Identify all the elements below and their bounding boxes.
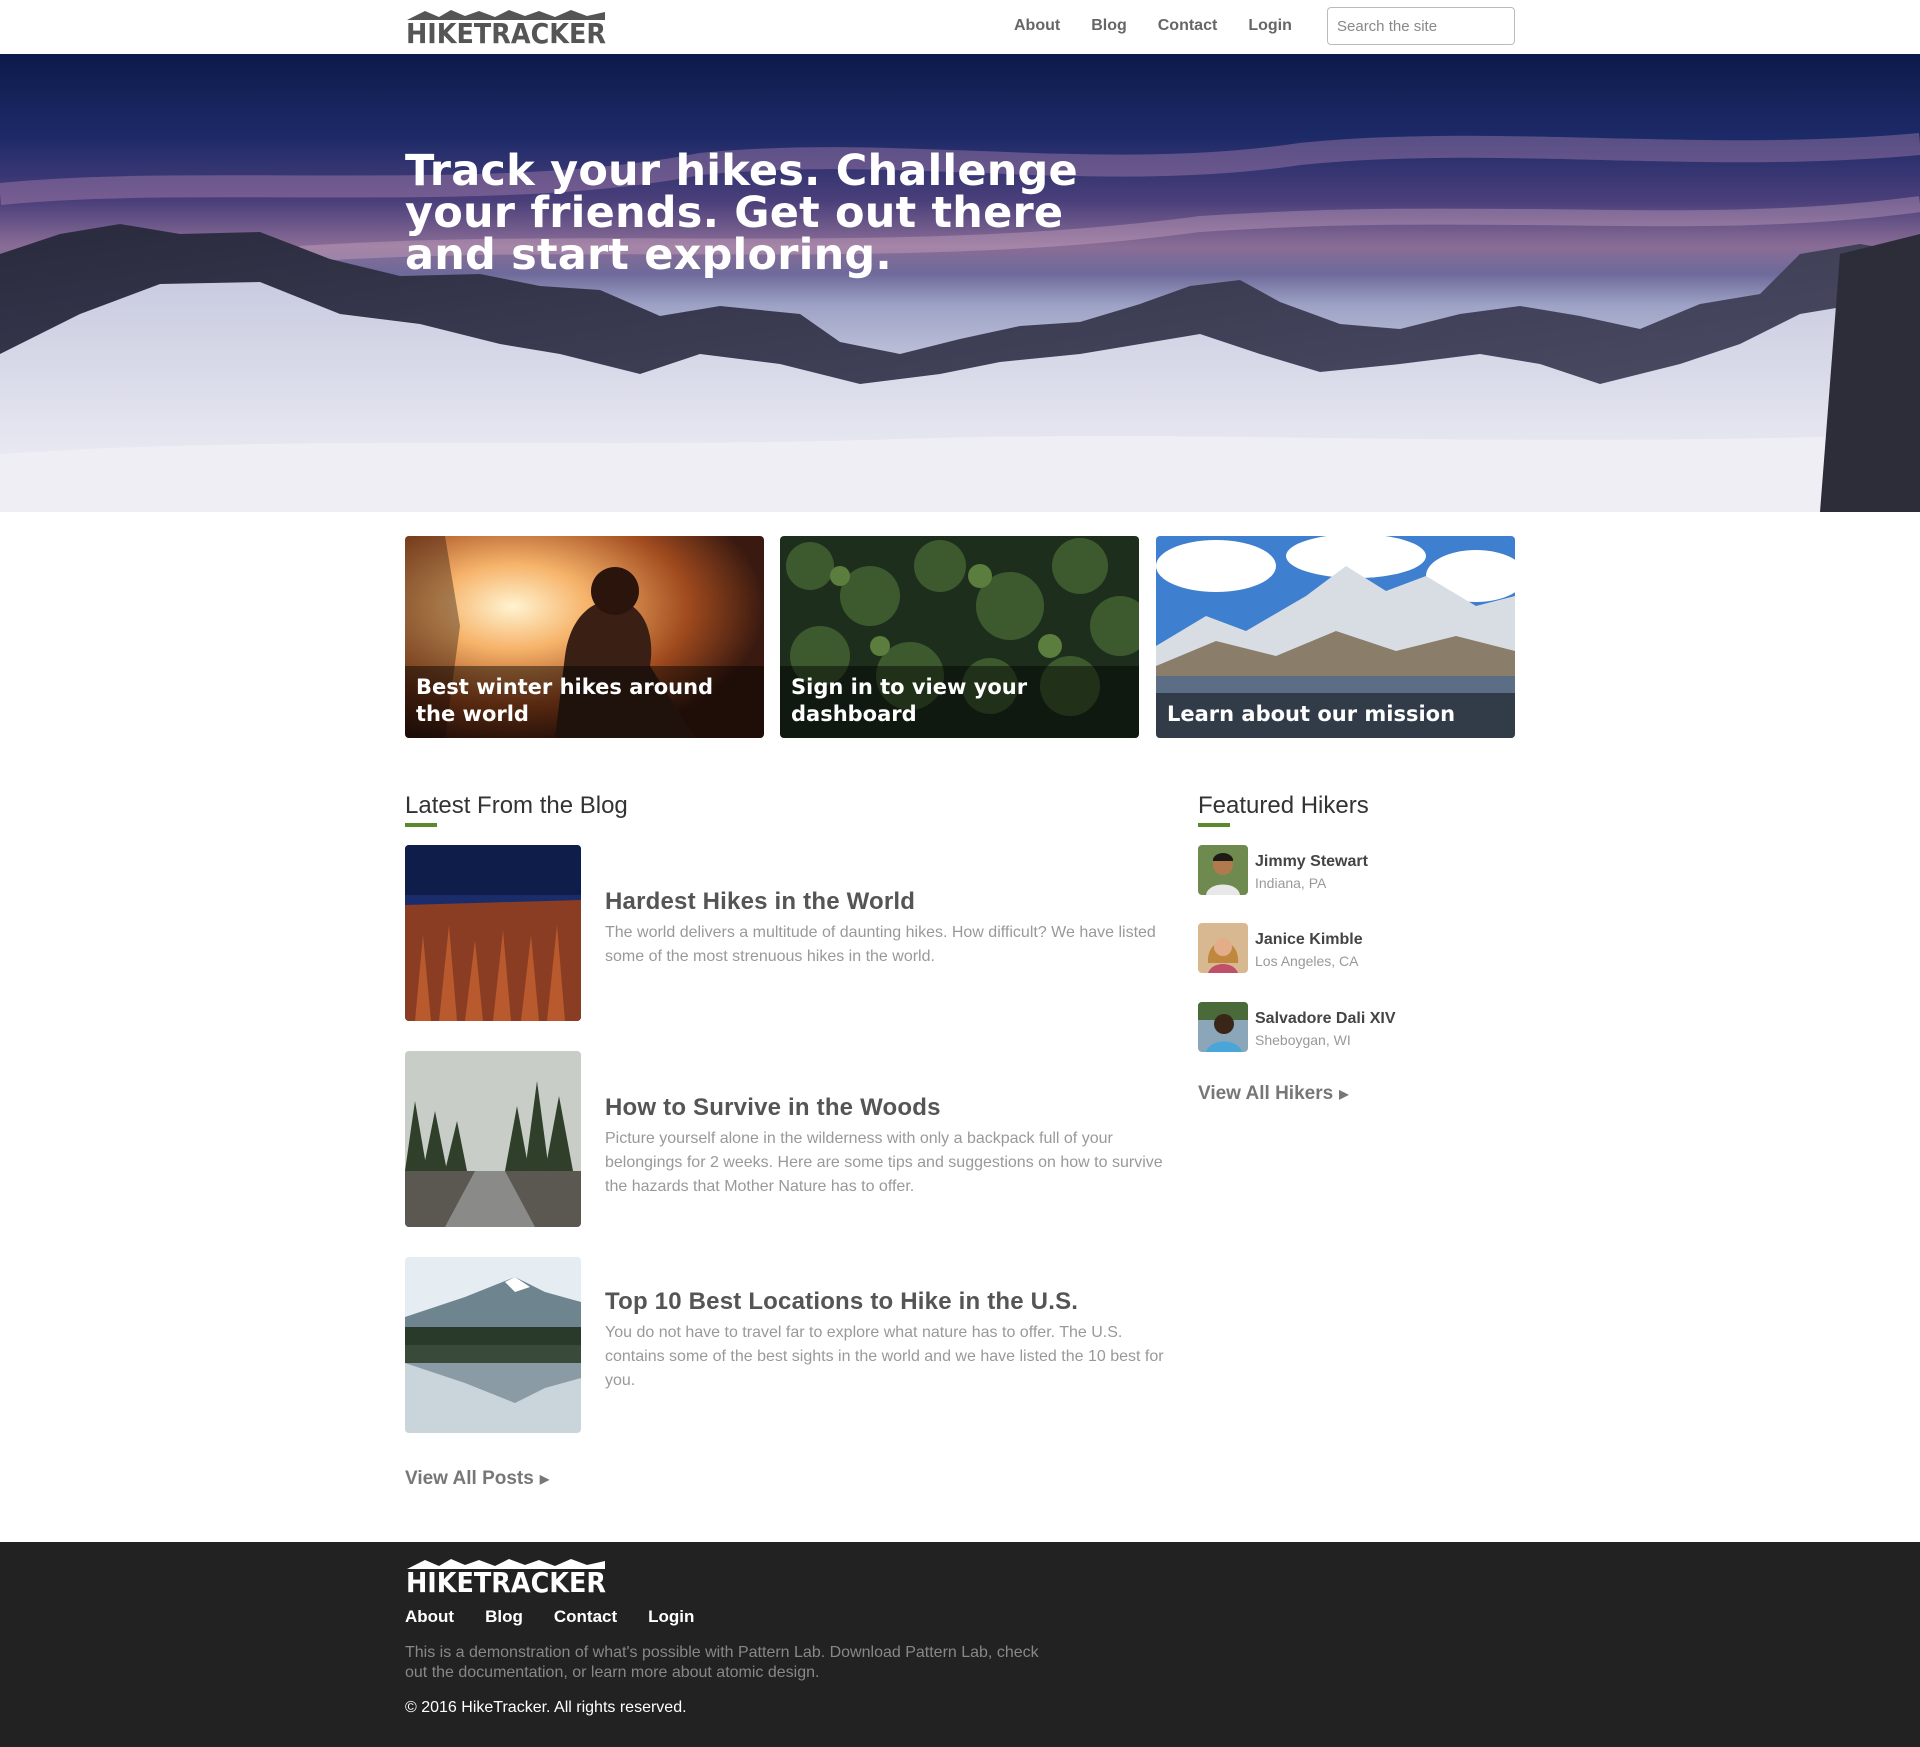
post-title[interactable]: Top 10 Best Locations to Hike in the U.S… (605, 1288, 1078, 1316)
footer-logo-wordmark: HIKETRACKER (406, 1566, 606, 1595)
post-thumbnail[interactable] (405, 1051, 581, 1227)
hiker-item[interactable]: Janice Kimble Los Angeles, CA (1198, 923, 1458, 973)
card-label: Best winter hikes around the world (405, 666, 764, 738)
hiker-name: Jimmy Stewart (1255, 853, 1368, 870)
site-logo[interactable]: HIKETRACKER (405, 8, 607, 46)
post-excerpt: You do not have to travel far to explore… (605, 1324, 1164, 1389)
nav-contact[interactable]: Contact (1158, 17, 1218, 35)
card-winter-hikes[interactable]: Best winter hikes around the world (405, 536, 764, 738)
nav-about[interactable]: About (1014, 17, 1060, 35)
logo-wordmark: HIKETRACKER (406, 17, 606, 46)
card-mission[interactable]: Learn about our mission (1156, 536, 1515, 738)
footer-nav-login[interactable]: Login (648, 1607, 694, 1627)
nav-blog[interactable]: Blog (1091, 17, 1127, 35)
hiker-location: Sheboygan, WI (1255, 1032, 1351, 1048)
nav-login[interactable]: Login (1248, 17, 1292, 35)
blog-heading: Latest From the Blog (405, 792, 628, 819)
play-arrow-icon: ▶ (539, 1472, 550, 1486)
hiker-item[interactable]: Salvadore Dali XIV Sheboygan, WI (1198, 1002, 1458, 1052)
post-thumbnail[interactable] (405, 1257, 581, 1433)
thumb-canyon (405, 845, 581, 1021)
thumb-lake-reflection (405, 1257, 581, 1433)
footer-nav-blog[interactable]: Blog (485, 1607, 523, 1627)
hiker-name: Janice Kimble (1255, 931, 1363, 948)
blog-post: How to Survive in the Woods Picture your… (405, 1051, 1165, 1227)
footer-nav-about[interactable]: About (405, 1607, 454, 1627)
site-footer: HIKETRACKER About Blog Contact Login Thi… (0, 1542, 1920, 1747)
post-title[interactable]: How to Survive in the Woods (605, 1094, 941, 1122)
site-header: HIKETRACKER About Blog Contact Login (0, 0, 1920, 54)
avatar (1198, 1002, 1248, 1052)
hiker-location: Indiana, PA (1255, 875, 1327, 891)
view-all-hikers-link[interactable]: View All Hikers ▶ (1198, 1083, 1348, 1105)
footer-logo[interactable]: HIKETRACKER (405, 1557, 607, 1600)
card-label: Learn about our mission (1156, 693, 1515, 738)
footer-copyright: © 2016 HikeTracker. All rights reserved. (405, 1699, 687, 1716)
hero-mountains-image (0, 133, 1920, 512)
avatar (1198, 923, 1248, 973)
blog-post: Hardest Hikes in the World The world del… (405, 845, 1165, 1021)
hikers-heading: Featured Hikers (1198, 792, 1369, 819)
footer-nav: About Blog Contact Login (405, 1607, 694, 1627)
hero-headline: Track your hikes. Challenge your friends… (405, 146, 1078, 280)
main-nav: About Blog Contact Login (1014, 17, 1292, 35)
thumb-woods (405, 1051, 581, 1227)
footer-description: This is a demonstration of what's possib… (405, 1644, 1039, 1681)
card-label: Sign in to view your dashboard (780, 666, 1139, 738)
hikers-heading-underline (1198, 823, 1230, 827)
avatar (1198, 845, 1248, 895)
hero-banner: Track your hikes. Challenge your friends… (0, 54, 1920, 512)
play-arrow-icon: ▶ (1339, 1087, 1349, 1101)
hiker-name: Salvadore Dali XIV (1255, 1010, 1396, 1027)
post-excerpt: The world delivers a multitude of daunti… (605, 924, 1156, 965)
view-all-posts-link[interactable]: View All Posts ▶ (405, 1468, 549, 1490)
blog-heading-underline (405, 823, 437, 827)
footer-nav-contact[interactable]: Contact (554, 1607, 617, 1627)
post-excerpt: Picture yourself alone in the wilderness… (605, 1130, 1163, 1195)
post-thumbnail[interactable] (405, 845, 581, 1021)
blog-post: Top 10 Best Locations to Hike in the U.S… (405, 1257, 1165, 1433)
post-title[interactable]: Hardest Hikes in the World (605, 888, 915, 916)
hiker-item[interactable]: Jimmy Stewart Indiana, PA (1198, 845, 1458, 895)
search-input[interactable] (1327, 7, 1515, 45)
view-all-posts-label: View All Posts (405, 1468, 534, 1489)
card-dashboard[interactable]: Sign in to view your dashboard (780, 536, 1139, 738)
hiker-location: Los Angeles, CA (1255, 953, 1359, 969)
view-all-hikers-label: View All Hikers (1198, 1083, 1334, 1104)
